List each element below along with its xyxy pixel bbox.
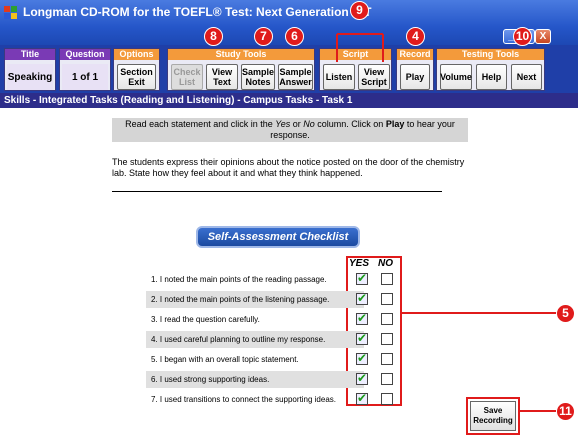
- checklist-item: 5. I began with an overall topic stateme…: [151, 355, 299, 364]
- breadcrumb: Skills - Integrated Tasks (Reading and L…: [0, 93, 578, 108]
- no-checkbox[interactable]: [381, 393, 393, 405]
- record-group: Record Play: [396, 48, 434, 91]
- callout-script: 9: [350, 1, 369, 20]
- sample-answer-button[interactable]: Sample Answer: [278, 64, 313, 90]
- checklist-item: 3. I read the question carefully.: [151, 315, 260, 324]
- yes-checkbox[interactable]: [356, 291, 368, 305]
- divider: [112, 191, 442, 192]
- no-checkbox[interactable]: [381, 333, 393, 345]
- instruction-text: or: [290, 119, 304, 129]
- instruction-yes: Yes: [275, 119, 291, 129]
- checklist-item: 4. I used careful planning to outline my…: [146, 331, 364, 348]
- checklist-item: 2. I noted the main points of the listen…: [146, 291, 364, 308]
- instruction-box: Read each statement and click in the Yes…: [112, 118, 468, 142]
- no-checkbox[interactable]: [381, 353, 393, 365]
- yes-checkbox[interactable]: [356, 271, 368, 285]
- callout-view-text: 8: [204, 27, 223, 46]
- question-prompt: The students express their opinions abou…: [112, 157, 465, 178]
- next-button[interactable]: Next: [511, 64, 542, 90]
- title-group-heading: Title: [5, 49, 55, 60]
- testing-tools-group: Testing Tools Volume Help Next: [436, 48, 545, 91]
- instruction-text: Read each statement and click in the: [125, 119, 276, 129]
- save-recording-button[interactable]: Save Recording: [470, 401, 516, 431]
- callout-play: 4: [406, 27, 425, 46]
- close-button[interactable]: X: [535, 29, 551, 44]
- script-callout-bracket: [336, 33, 384, 62]
- checkbox-callout-line: [402, 312, 557, 314]
- check-list-button[interactable]: Check List: [171, 64, 203, 90]
- callout-save: 11: [556, 402, 575, 421]
- no-checkbox[interactable]: [381, 273, 393, 285]
- question-group: Question 1 of 1: [59, 48, 111, 91]
- main-content: Read each statement and click in the Yes…: [0, 108, 578, 440]
- options-group-heading: Options: [114, 49, 159, 60]
- yes-checkbox[interactable]: [356, 311, 368, 325]
- save-callout-line: [520, 410, 556, 412]
- listen-button[interactable]: Listen: [323, 64, 355, 90]
- toolbar: Title Speaking Question 1 of 1 Options S…: [0, 45, 578, 93]
- title-value: Speaking: [7, 64, 53, 90]
- window-title: Longman CD-ROM for the TOEFL® Test: Next…: [23, 5, 372, 19]
- study-tools-group: Study Tools Check List View Text Sample …: [167, 48, 315, 91]
- testing-tools-heading: Testing Tools: [437, 49, 544, 60]
- callout-next: 10: [513, 27, 532, 46]
- section-exit-button[interactable]: Section Exit: [117, 64, 156, 90]
- yes-checkbox[interactable]: [356, 371, 368, 385]
- instruction-text: column. Click on: [314, 119, 386, 129]
- no-checkbox[interactable]: [381, 293, 393, 305]
- callout-sample-answer: 6: [285, 27, 304, 46]
- record-heading: Record: [397, 49, 433, 60]
- study-tools-heading: Study Tools: [168, 49, 314, 60]
- no-checkbox[interactable]: [381, 313, 393, 325]
- question-group-heading: Question: [60, 49, 110, 60]
- play-button[interactable]: Play: [400, 64, 430, 90]
- title-group: Title Speaking: [4, 48, 56, 91]
- view-script-button[interactable]: View Script: [358, 64, 390, 90]
- yes-checkbox[interactable]: [356, 391, 368, 405]
- question-value: 1 of 1: [62, 64, 108, 90]
- callout-checkboxes: 5: [556, 304, 575, 323]
- yes-checkbox[interactable]: [356, 351, 368, 365]
- sample-notes-button[interactable]: Sample Notes: [241, 64, 275, 90]
- checklist-heading: Self-Assessment Checklist: [196, 226, 360, 248]
- callout-sample-notes: 7: [254, 27, 273, 46]
- instruction-play: Play: [385, 119, 405, 129]
- checklist-item: 7. I used transitions to connect the sup…: [151, 395, 337, 404]
- checklist-item: 1. I noted the main points of the readin…: [151, 275, 327, 284]
- options-group: Options Section Exit: [113, 48, 160, 91]
- view-text-button[interactable]: View Text: [206, 64, 238, 90]
- no-checkbox[interactable]: [381, 373, 393, 385]
- volume-button[interactable]: Volume: [440, 64, 472, 90]
- yes-checkbox[interactable]: [356, 331, 368, 345]
- app-icon: [4, 6, 17, 19]
- checklist-item: 6. I used strong supporting ideas.: [146, 371, 364, 388]
- help-button[interactable]: Help: [476, 64, 507, 90]
- instruction-no: No: [303, 119, 315, 129]
